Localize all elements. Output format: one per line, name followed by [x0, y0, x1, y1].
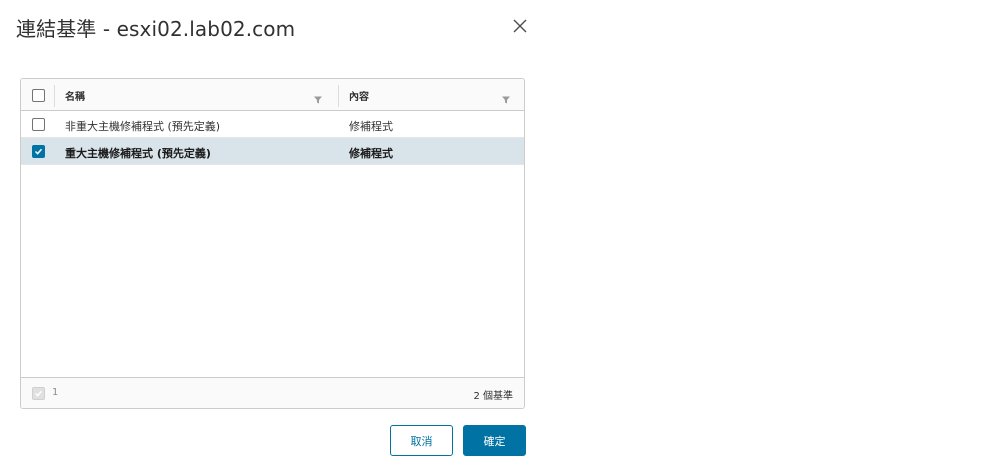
- ok-button[interactable]: 確定: [463, 425, 526, 456]
- cancel-button[interactable]: 取消: [390, 425, 453, 456]
- total-count: 2 個基準: [473, 391, 513, 402]
- filter-icon[interactable]: [501, 90, 511, 104]
- column-separator: [54, 85, 55, 107]
- baseline-grid: 名稱 內容 非重大主機修補程式 (預先定義) 修補程式 重大主機修補程式 (預先…: [20, 78, 525, 409]
- row-checkbox[interactable]: [32, 118, 45, 131]
- dialog-title: 連結基準 - esxi02.lab02.com: [16, 17, 296, 41]
- column-separator: [338, 85, 339, 107]
- column-header-content[interactable]: 內容: [349, 88, 369, 103]
- row-name-cell: 非重大主機修補程式 (預先定義): [65, 120, 221, 133]
- row-name-cell: 重大主機修補程式 (預先定義): [65, 147, 211, 160]
- attach-baseline-dialog: 連結基準 - esxi02.lab02.com 名稱 內容 非重大主機修補程式 …: [0, 0, 545, 468]
- table-row[interactable]: 重大主機修補程式 (預先定義) 修補程式: [21, 138, 524, 165]
- table-row[interactable]: 非重大主機修補程式 (預先定義) 修補程式: [21, 111, 524, 138]
- row-content-cell: 修補程式: [349, 120, 393, 133]
- grid-footer: 1 2 個基準: [21, 377, 524, 408]
- selected-count: 1: [52, 387, 59, 398]
- row-checkbox[interactable]: [32, 145, 45, 158]
- grid-header: 名稱 內容: [21, 79, 524, 111]
- filter-icon[interactable]: [313, 90, 323, 104]
- column-header-name[interactable]: 名稱: [65, 88, 85, 103]
- row-content-cell: 修補程式: [349, 147, 393, 160]
- close-icon[interactable]: [511, 17, 529, 35]
- select-all-checkbox[interactable]: [32, 89, 45, 102]
- footer-selection-checkbox: [32, 387, 45, 400]
